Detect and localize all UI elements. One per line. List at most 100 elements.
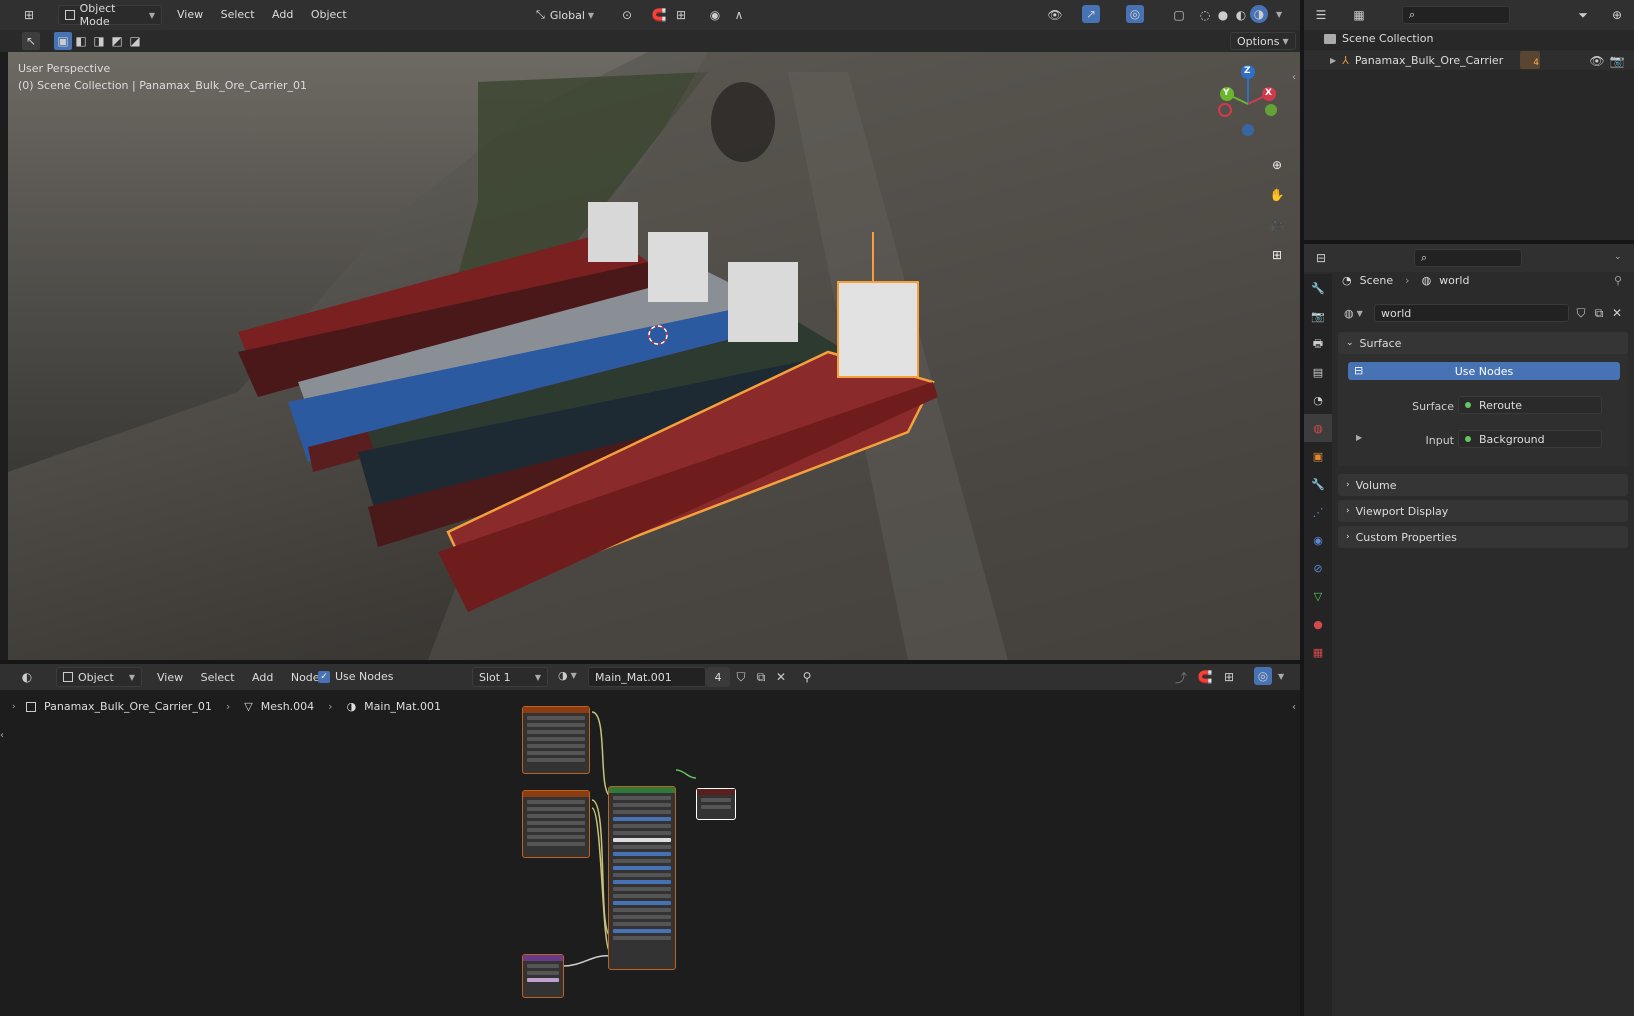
world-name-field[interactable]: world — [1374, 304, 1569, 322]
display-mode-icon[interactable]: ▦ — [1350, 6, 1368, 24]
snap-target-icon[interactable]: ⊞ — [672, 6, 690, 24]
material-shading-icon[interactable]: ◐ — [1232, 6, 1250, 24]
proportional-edit-icon[interactable]: ◉ — [706, 6, 724, 24]
node-snap-icon[interactable]: 🧲 — [1196, 668, 1214, 686]
object-tab-icon[interactable]: ▣ — [1304, 442, 1332, 470]
outliner-editor-icon[interactable]: ☰ — [1312, 6, 1330, 24]
shading-options-icon[interactable]: ▼ — [1276, 10, 1282, 19]
new-collection-icon[interactable]: ⊕ — [1608, 6, 1626, 24]
volume-panel-header[interactable]: › Volume — [1338, 474, 1628, 496]
sidebar-toggle-icon[interactable]: ‹ — [1292, 72, 1296, 83]
surface-socket-field[interactable]: Reroute — [1458, 396, 1602, 414]
xray-icon[interactable]: ▢ — [1170, 6, 1188, 24]
child-count-badge[interactable]: 4 — [1520, 51, 1540, 69]
scene-collection-row[interactable]: Scene Collection — [1324, 32, 1433, 45]
custom-properties-panel-header[interactable]: › Custom Properties — [1338, 526, 1628, 548]
input-expand-icon[interactable]: ▶ — [1356, 433, 1362, 442]
node-editor-canvas[interactable]: › Panamax_Bulk_Ore_Carrier_01 › ▽ Mesh.0… — [0, 690, 1300, 1016]
3d-viewport[interactable]: User Perspective (0) Scene Collection | … — [8, 52, 1300, 660]
snap-element-icon[interactable]: ⊞ — [1220, 668, 1238, 686]
editor-type-icon[interactable]: ⊞ — [20, 6, 38, 24]
principled-bsdf-node[interactable] — [608, 786, 676, 970]
material-browse-icon[interactable]: ◑ ▼ — [558, 669, 577, 682]
material-tab-icon[interactable]: ● — [1304, 610, 1332, 638]
visibility-icon[interactable]: 👁 — [1046, 6, 1064, 24]
use-nodes-button[interactable]: ⊟ Use Nodes — [1348, 362, 1620, 380]
solid-shading-icon[interactable]: ● — [1214, 6, 1232, 24]
outliner-search-input[interactable]: ⌕ — [1402, 6, 1510, 24]
node-menu-select[interactable]: Select — [194, 671, 242, 684]
duplicate-icon[interactable]: ⧉ — [1590, 304, 1608, 322]
falloff-icon[interactable]: ∧ — [730, 6, 748, 24]
toolbar-toggle-icon[interactable]: ‹ — [0, 730, 4, 741]
overlay-options-icon[interactable]: ▼ — [1278, 672, 1284, 681]
select-new-icon[interactable]: ▣ — [54, 32, 72, 50]
select-invert-icon[interactable]: ◩ — [108, 32, 126, 50]
material-output-node[interactable] — [696, 788, 736, 820]
area-divider-horizontal[interactable] — [0, 660, 1300, 664]
node-editor-type-icon[interactable]: ◐ — [18, 668, 36, 686]
fake-user-icon[interactable]: ⛉ — [732, 668, 750, 686]
scene-tab-icon[interactable]: ◔ — [1304, 386, 1332, 414]
gizmo-toggle-icon[interactable]: ↗ — [1082, 5, 1100, 23]
outliner-item[interactable]: ▶ ⅄ Panamax_Bulk_Ore_Carrier — [1330, 54, 1503, 67]
filter-icon[interactable]: ⏷ — [1574, 6, 1592, 24]
select-tool-icon[interactable]: ↖ — [22, 32, 40, 50]
tool-tab-icon[interactable]: 🔧 — [1304, 274, 1332, 302]
area-divider-outliner[interactable] — [1304, 240, 1634, 244]
options-dropdown[interactable]: Options ▼ — [1230, 32, 1296, 50]
select-intersect-icon[interactable]: ◪ — [126, 32, 144, 50]
node-menu-add[interactable]: Add — [245, 671, 280, 684]
transform-orientation-dropdown[interactable]: ⤡ Global ▼ — [530, 5, 608, 25]
pan-hand-icon[interactable]: ✋ — [1268, 186, 1286, 204]
fake-user-icon[interactable]: ⛉ — [1572, 304, 1590, 322]
output-tab-icon[interactable]: 🖶 — [1304, 330, 1332, 358]
shader-type-dropdown[interactable]: Object ▼ — [56, 667, 142, 687]
modifier-tab-icon[interactable]: 🔧 — [1304, 470, 1332, 498]
pivot-icon[interactable]: ⊙ — [618, 6, 636, 24]
properties-search-input[interactable]: ⌕ — [1414, 249, 1522, 267]
render-camera-icon[interactable]: 📷 — [1608, 52, 1626, 70]
properties-options-icon[interactable]: ⌄ — [1614, 252, 1622, 262]
node-overlays-icon[interactable]: ◎ — [1254, 667, 1272, 685]
view-layer-tab-icon[interactable]: ▤ — [1304, 358, 1332, 386]
menu-select[interactable]: Select — [214, 8, 262, 21]
texture-coordinate-node[interactable] — [522, 954, 564, 998]
use-nodes-checkbox[interactable]: ✓ Use Nodes — [318, 670, 394, 683]
wireframe-shading-icon[interactable]: ◌ — [1196, 6, 1214, 24]
menu-view[interactable]: View — [170, 8, 210, 21]
image-texture-node[interactable] — [522, 706, 590, 774]
pin-icon[interactable]: ⚲ — [798, 668, 816, 686]
render-tab-icon[interactable]: 📷 — [1304, 302, 1332, 330]
zoom-icon[interactable]: ⊕ — [1268, 156, 1286, 174]
select-extend-icon[interactable]: ◧ — [72, 32, 90, 50]
camera-icon[interactable]: 🎥 — [1268, 216, 1286, 234]
area-divider-vertical[interactable] — [1300, 0, 1304, 1016]
image-texture-node[interactable] — [522, 790, 590, 858]
material-name-field[interactable]: Main_Mat.001 — [588, 667, 706, 687]
material-users-count[interactable]: 4 — [706, 667, 730, 687]
overlays-icon[interactable]: ◎ — [1126, 5, 1144, 23]
surface-panel-header[interactable]: ⌄ Surface — [1338, 332, 1628, 354]
physics-tab-icon[interactable]: ◉ — [1304, 526, 1332, 554]
particles-tab-icon[interactable]: ⋰ — [1304, 498, 1332, 526]
eye-icon[interactable]: 👁 — [1588, 52, 1606, 70]
snap-icon[interactable]: 🧲 — [650, 6, 668, 24]
unlink-icon[interactable]: ✕ — [1608, 304, 1626, 322]
select-subtract-icon[interactable]: ◨ — [90, 32, 108, 50]
viewport-display-panel-header[interactable]: › Viewport Display — [1338, 500, 1628, 522]
perspective-grid-icon[interactable]: ⊞ — [1268, 246, 1286, 264]
parent-node-tree-icon[interactable]: ⤴ — [1172, 668, 1190, 686]
node-menu-view[interactable]: View — [150, 671, 190, 684]
unlink-material-icon[interactable]: ✕ — [772, 668, 790, 686]
properties-editor-icon[interactable]: ⊟ — [1312, 249, 1330, 267]
input-socket-field[interactable]: Background — [1458, 430, 1602, 448]
constraints-tab-icon[interactable]: ⊘ — [1304, 554, 1332, 582]
mode-dropdown[interactable]: Object Mode ▼ — [58, 2, 162, 28]
rendered-shading-icon[interactable]: ◑ — [1250, 5, 1268, 23]
texture-tab-icon[interactable]: ▦ — [1304, 638, 1332, 666]
data-tab-icon[interactable]: ▽ — [1304, 582, 1332, 610]
duplicate-material-icon[interactable]: ⧉ — [752, 668, 770, 686]
expand-icon[interactable]: ▶ — [1330, 56, 1336, 65]
navigation-gizmo[interactable]: Z Y X — [1213, 62, 1283, 142]
